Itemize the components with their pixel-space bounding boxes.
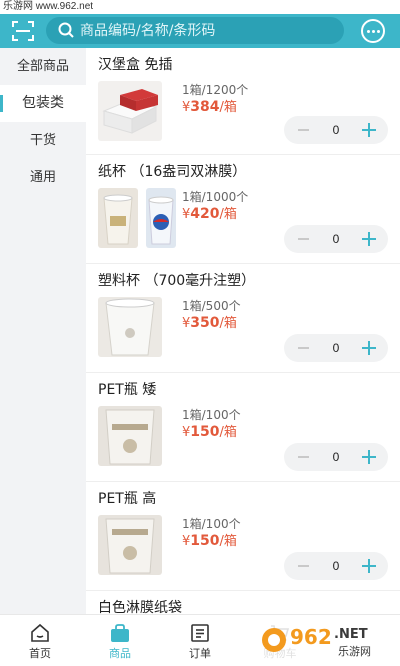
product-image-secondary[interactable] [146, 188, 176, 248]
price-value: 420 [190, 206, 220, 222]
product-item[interactable]: PET瓶 高 1箱/100个 ¥150/箱 0 [86, 482, 400, 591]
quantity-value[interactable]: 0 [322, 225, 350, 253]
tab-orders[interactable]: 订单 [160, 615, 240, 666]
sidebar-item-dry-goods[interactable]: 干货 [0, 122, 86, 159]
search-icon [58, 22, 74, 38]
product-item[interactable]: 纸杯 （16盎司双淋膜） 1箱/1000个 ¥420/箱 0 [86, 155, 400, 264]
product-title: PET瓶 矮 [98, 382, 157, 398]
price-value: 384 [190, 99, 220, 115]
quantity-value[interactable]: 0 [322, 443, 350, 471]
tab-products[interactable]: 商品 [80, 615, 160, 666]
category-sidebar: 全部商品 包装类 干货 通用 [0, 48, 86, 614]
product-price: ¥384/箱 [182, 96, 237, 115]
plus-icon[interactable] [362, 559, 376, 573]
sidebar-item-general[interactable]: 通用 [0, 159, 86, 196]
scan-icon [12, 21, 34, 41]
svg-text:962: 962 [290, 625, 332, 649]
minus-icon[interactable] [298, 565, 309, 567]
message-icon [366, 29, 370, 33]
product-item[interactable]: 塑料杯 （700毫升注塑） 1箱/500个 ¥350/箱 0 [86, 264, 400, 373]
price-unit: /箱 [219, 534, 237, 549]
price-value: 350 [190, 315, 220, 331]
minus-icon[interactable] [298, 456, 309, 458]
tab-home-label: 首页 [29, 647, 51, 660]
product-list: 汉堡盒 免插 1箱/1200个 ¥384/箱 0 纸杯 （16盎司双淋膜） 1箱… [86, 48, 400, 614]
watermark-logo: 962 .NET 乐游网 [258, 618, 396, 662]
svg-text:乐游网: 乐游网 [338, 645, 371, 658]
order-list-icon [191, 624, 209, 642]
product-image[interactable] [98, 406, 162, 466]
product-title: 汉堡盒 免插 [98, 57, 173, 73]
sidebar-item-packaging[interactable]: 包装类 [0, 85, 86, 122]
plus-icon[interactable] [362, 450, 376, 464]
search-input[interactable] [80, 17, 330, 44]
home-icon [31, 623, 49, 642]
product-item[interactable]: PET瓶 矮 1箱/100个 ¥150/箱 0 [86, 373, 400, 482]
quantity-stepper: 0 [284, 225, 388, 253]
quantity-stepper: 0 [284, 334, 388, 362]
product-image[interactable] [98, 188, 138, 248]
svg-text:.NET: .NET [334, 627, 368, 642]
sidebar-item-all[interactable]: 全部商品 [0, 48, 86, 85]
plus-icon[interactable] [362, 341, 376, 355]
product-price: ¥150/箱 [182, 530, 237, 549]
product-price: ¥150/箱 [182, 421, 237, 440]
search-bar[interactable] [46, 17, 344, 44]
quantity-stepper: 0 [284, 443, 388, 471]
product-item[interactable]: 白色淋膜纸袋 [86, 591, 400, 614]
minus-icon[interactable] [298, 238, 309, 240]
quantity-value[interactable]: 0 [322, 334, 350, 362]
product-price: ¥350/箱 [182, 312, 237, 331]
shopping-bag-icon [111, 624, 129, 642]
price-unit: /箱 [219, 100, 237, 115]
price-value: 150 [190, 424, 220, 440]
product-title: 纸杯 （16盎司双淋膜） [98, 164, 247, 180]
message-button[interactable] [361, 19, 385, 43]
tab-products-label: 商品 [109, 647, 131, 660]
plus-icon[interactable] [362, 232, 376, 246]
minus-icon[interactable] [298, 129, 309, 131]
price-unit: /箱 [219, 425, 237, 440]
top-header [0, 14, 400, 48]
price-unit: /箱 [219, 316, 237, 331]
quantity-stepper: 0 [284, 552, 388, 580]
product-image[interactable] [98, 81, 162, 141]
minus-icon[interactable] [298, 347, 309, 349]
plus-icon[interactable] [362, 123, 376, 137]
product-title: 塑料杯 （700毫升注塑） [98, 273, 256, 289]
product-image[interactable] [98, 297, 162, 357]
product-item[interactable]: 汉堡盒 免插 1箱/1200个 ¥384/箱 0 [86, 48, 400, 155]
tab-orders-label: 订单 [189, 647, 211, 660]
quantity-value[interactable]: 0 [322, 116, 350, 144]
watermark-top-text: 乐游网 www.962.net [0, 0, 400, 14]
quantity-stepper: 0 [284, 116, 388, 144]
product-image[interactable] [98, 515, 162, 575]
message-icon-dot [376, 29, 380, 33]
quantity-value[interactable]: 0 [322, 552, 350, 580]
tab-home[interactable]: 首页 [0, 615, 80, 666]
price-value: 150 [190, 533, 220, 549]
product-title: PET瓶 高 [98, 491, 157, 507]
message-icon-dot [371, 29, 375, 33]
price-unit: /箱 [219, 207, 237, 222]
product-price: ¥420/箱 [182, 203, 237, 222]
scan-button[interactable] [10, 18, 36, 44]
product-title: 白色淋膜纸袋 [98, 600, 182, 614]
